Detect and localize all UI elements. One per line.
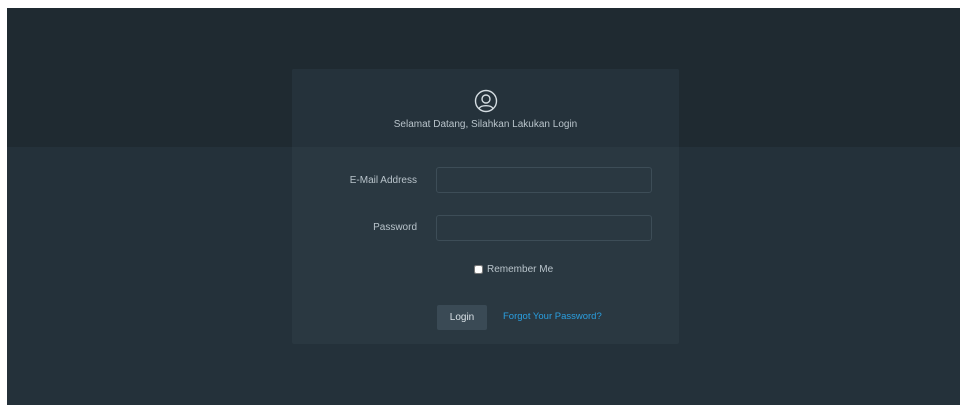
page-background: Selamat Datang, Silahkan Lakukan Login E… xyxy=(7,8,960,405)
welcome-text: Selamat Datang, Silahkan Lakukan Login xyxy=(393,119,578,130)
card-header: Selamat Datang, Silahkan Lakukan Login xyxy=(292,69,679,147)
forgot-password-link[interactable]: Forgot Your Password? xyxy=(503,311,602,322)
remember-me-checkbox[interactable] xyxy=(474,265,483,274)
password-label: Password xyxy=(373,222,417,233)
remember-me-label[interactable]: Remember Me xyxy=(487,264,553,275)
password-input[interactable] xyxy=(436,215,652,241)
user-circle-icon xyxy=(474,89,498,113)
email-label: E-Mail Address xyxy=(349,175,417,186)
login-card: Selamat Datang, Silahkan Lakukan Login E… xyxy=(292,69,679,344)
login-button[interactable]: Login xyxy=(437,305,487,330)
remember-me[interactable]: Remember Me xyxy=(474,264,553,275)
email-input[interactable] xyxy=(436,167,652,193)
